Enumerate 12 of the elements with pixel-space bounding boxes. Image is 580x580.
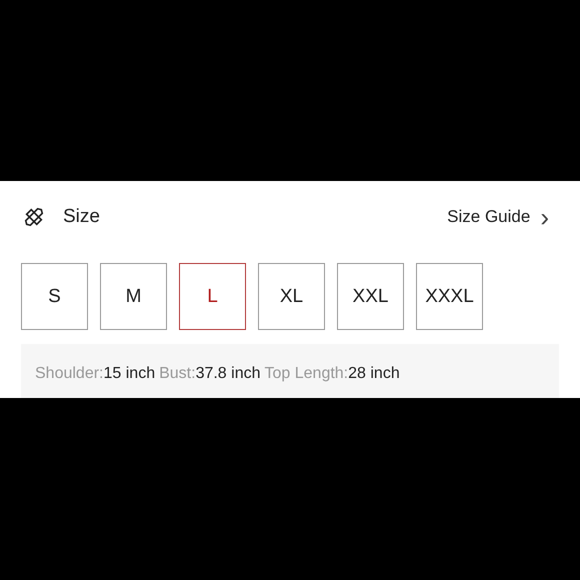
size-guide-link[interactable]: Size Guide › [447,204,549,230]
measurement: Top Length:28 inch [264,365,400,383]
size-option[interactable]: S [21,263,88,330]
size-option[interactable]: M [100,263,167,330]
size-option[interactable]: XXL [337,263,404,330]
size-option[interactable]: XL [258,263,325,330]
size-option[interactable]: L [179,263,246,330]
measurement: Shoulder:15 inch [35,365,156,383]
section-title: Size [63,206,100,228]
ruler-pencil-icon [23,206,45,228]
size-option[interactable]: XXXL [416,263,483,330]
measurement: Bust:37.8 inch [159,365,260,383]
